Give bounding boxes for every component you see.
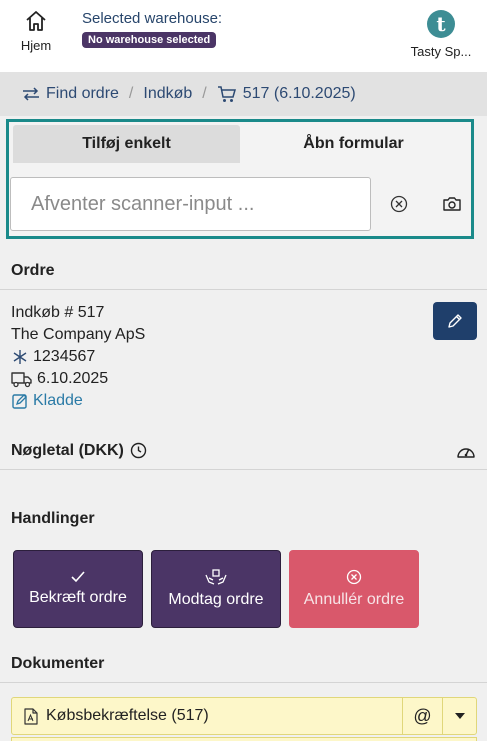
breadcrumb-label: Indkøb [143, 85, 193, 102]
breadcrumb: Find ordre / Indkøb / 517 (6.10.2025) [0, 72, 487, 116]
documents-heading: Dokumenter [0, 645, 487, 683]
clear-input-button[interactable] [387, 192, 411, 216]
hands-box-icon [205, 569, 227, 585]
breadcrumb-find-order[interactable]: Find ordre [22, 85, 119, 103]
confirm-order-label: Bekræft ordre [29, 589, 127, 606]
close-circle-icon [346, 569, 362, 585]
scanner-row [9, 177, 471, 231]
order-status: Kladde [33, 392, 83, 409]
clock-icon [130, 442, 147, 459]
order-company: The Company ApS [11, 326, 146, 343]
order-title: Indkøb # 517 [11, 304, 105, 321]
avatar: t [427, 10, 455, 38]
cancel-order-label: Annullér ordre [303, 591, 405, 608]
breadcrumb-label: 517 (6.10.2025) [242, 85, 356, 102]
order-date: 6.10.2025 [37, 370, 109, 387]
receive-order-label: Modtag ordre [168, 591, 264, 608]
warehouse-selector[interactable]: Selected warehouse: No warehouse selecte… [82, 10, 222, 48]
home-icon [26, 11, 46, 31]
swap-icon [23, 87, 39, 101]
order-details: Indkøb # 517 The Company ApS 1234567 6.1… [11, 302, 145, 412]
breadcrumb-purchase[interactable]: Indkøb [143, 85, 192, 103]
tab-add-single[interactable]: Tilføj enkelt [13, 125, 240, 163]
receive-order-button[interactable]: Modtag ordre [151, 550, 281, 628]
actions-heading: Handlinger [11, 510, 95, 527]
order-reference: 1234567 [33, 348, 96, 365]
order-reference-line: 1234567 [11, 346, 145, 368]
truck-icon [11, 372, 32, 388]
document-row: Købsbekræftelse (517) @ [11, 697, 477, 735]
cancel-order-button[interactable]: Annullér ordre [289, 550, 419, 628]
close-circle-icon [390, 195, 408, 213]
top-bar: Hjem Selected warehouse: No warehouse se… [0, 0, 487, 72]
order-status-link[interactable]: Kladde [11, 390, 145, 412]
document-label: Købsbekræftelse (517) [46, 707, 209, 724]
edit-order-button[interactable] [433, 302, 477, 340]
scanner-tabs: Tilføj enkelt Åbn formular [13, 125, 467, 163]
check-icon [71, 571, 85, 583]
document-open-button[interactable]: Købsbekræftelse (517) [12, 707, 402, 725]
document-menu-button[interactable] [442, 698, 476, 734]
camera-button[interactable] [440, 192, 464, 216]
pencil-icon [448, 314, 462, 328]
cart-icon [217, 86, 236, 102]
asterisk-icon [13, 350, 27, 364]
scanner-input[interactable] [10, 177, 371, 231]
home-button[interactable]: Hjem [8, 10, 64, 53]
breadcrumb-separator: / [202, 85, 207, 102]
company-label: Tasty Sp... [410, 44, 472, 59]
breadcrumb-separator: / [128, 85, 134, 102]
email-document-button[interactable]: @ [402, 698, 442, 734]
warehouse-label: Selected warehouse: [82, 10, 223, 27]
pdf-file-icon [24, 707, 38, 725]
gauge-icon[interactable] [456, 442, 476, 460]
keyfigures-heading-row[interactable]: Nøgletal (DKK) [0, 432, 487, 470]
company-menu[interactable]: t Tasty Sp... [401, 10, 481, 59]
keyfigures-heading: Nøgletal (DKK) [11, 441, 124, 459]
camera-icon [443, 197, 461, 211]
order-date-line: 6.10.2025 [11, 368, 145, 390]
warehouse-badge: No warehouse selected [82, 32, 217, 48]
home-label: Hjem [20, 38, 52, 53]
breadcrumb-label: Find ordre [46, 85, 119, 102]
caret-down-icon [454, 713, 465, 719]
document-row-next [11, 737, 477, 741]
scanner-panel: Tilføj enkelt Åbn formular [6, 119, 474, 239]
edit-square-icon [12, 394, 27, 409]
breadcrumb-current-order: 517 (6.10.2025) [217, 85, 356, 103]
confirm-order-button[interactable]: Bekræft ordre [13, 550, 143, 628]
order-heading: Ordre [0, 252, 487, 290]
actions-group: Bekræft ordre Modtag ordre Annullér ordr… [13, 550, 419, 628]
tab-open-form[interactable]: Åbn formular [240, 125, 467, 163]
